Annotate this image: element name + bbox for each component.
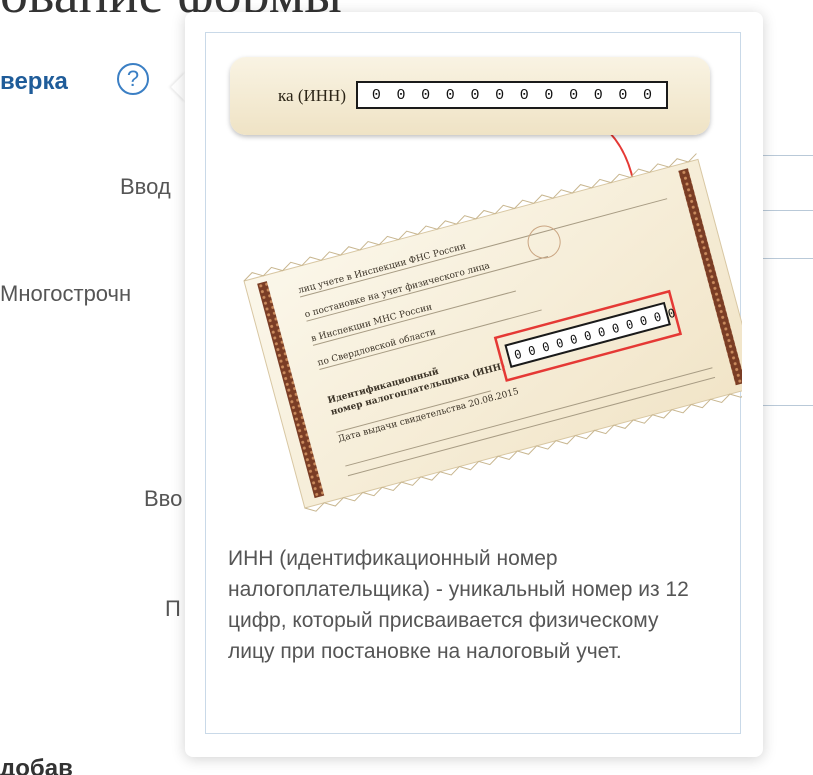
- inn-digit: 0: [643, 86, 653, 104]
- inn-digit: 0: [519, 86, 529, 104]
- inn-magnified-strip: ка (ИНН) 0 0 0 0 0 0 0 0 0 0 0 0: [230, 57, 710, 135]
- form-label-p: П: [165, 596, 181, 621]
- field-underline[interactable]: [761, 405, 813, 406]
- inn-digit: 0: [495, 86, 505, 104]
- form-label-multiline: Многострочн: [0, 281, 132, 306]
- inn-digit: 0: [470, 86, 480, 104]
- bottom-text: добав: [0, 755, 73, 775]
- inn-digit: 0: [371, 86, 381, 104]
- inn-digit: 0: [396, 86, 406, 104]
- inn-digit: 0: [593, 86, 603, 104]
- inn-digit: 0: [445, 86, 455, 104]
- section-title: верка: [0, 68, 68, 95]
- inn-digit-boxes: 0 0 0 0 0 0 0 0 0 0 0 0: [356, 81, 668, 109]
- inn-digit: 0: [544, 86, 554, 104]
- question-circle-icon[interactable]: ?: [117, 63, 149, 95]
- popover-arrow: [171, 72, 186, 102]
- inn-digit: 0: [569, 86, 579, 104]
- field-underline[interactable]: [761, 210, 813, 211]
- inn-strip-label: ка (ИНН): [278, 86, 346, 105]
- inn-digit: 0: [421, 86, 431, 104]
- popover-content: лиц учете в Инспекции ФНС России о поста…: [205, 32, 742, 734]
- field-underline[interactable]: [761, 258, 813, 259]
- inn-digit: 0: [618, 86, 628, 104]
- form-label-input: Ввод: [120, 174, 171, 199]
- inn-description: ИНН (идентификационный номер налогоплате…: [228, 547, 689, 663]
- help-popover: лиц учете в Инспекции ФНС России о поста…: [185, 12, 763, 757]
- field-underline[interactable]: [761, 155, 813, 156]
- form-page: ование формы верка ? Ввод Многострочн Вв…: [0, 0, 813, 775]
- form-label-input-2: Вво: [144, 486, 183, 511]
